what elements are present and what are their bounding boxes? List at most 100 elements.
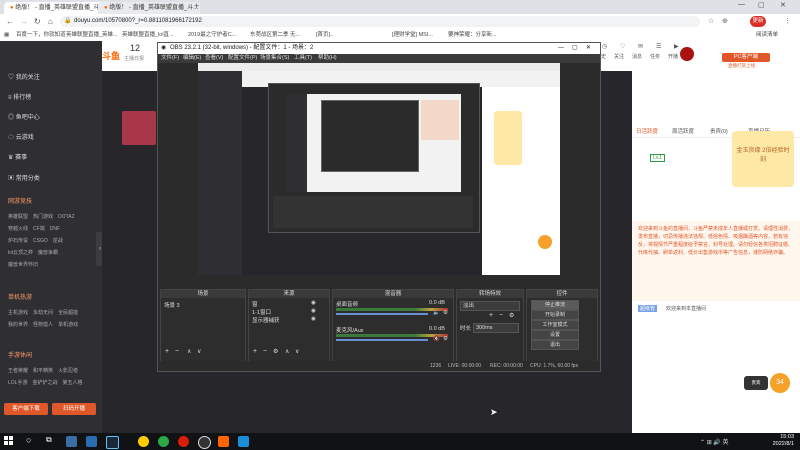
menu-edit[interactable]: 编辑(E) [183,54,201,63]
nav-task[interactable]: 任务 [650,53,660,60]
category-link[interactable]: 魔兽争霸 [38,250,58,256]
category-link[interactable]: 永劫无间 [33,310,53,316]
bookmark-item[interactable]: [首页].. [316,31,333,40]
chrome-icon[interactable] [138,436,149,447]
apps-icon[interactable]: ▦ [4,31,9,40]
reading-list[interactable]: 阅读清单 [756,31,778,40]
update-button[interactable]: 更新 [750,16,766,27]
gear-icon[interactable]: ⚙ [443,310,448,316]
sidebar-item-follow[interactable]: ♡ 我的关注 [8,73,40,83]
category-link[interactable]: 热门游戏 [33,214,53,220]
minimize-button[interactable]: — [738,1,745,8]
windows-start-icon[interactable] [4,436,14,446]
sidebar-item-yuba[interactable]: ◎ 鱼吧中心 [8,113,40,123]
extensions-icon[interactable]: ⊕ [722,17,728,25]
settings-button[interactable]: 设置 [531,330,579,340]
browser-tab[interactable]: ● 绝版！ - 直播_英雄联盟直播_斗... [98,2,200,14]
taskbar-clock[interactable]: 15:03 2022/8/1 [773,434,794,448]
category-link[interactable]: 金铲铲之战 [32,380,57,386]
menu-tools[interactable]: 工具(T) [294,54,312,63]
streamer-thumbnail[interactable] [122,111,156,145]
start-recording-button[interactable]: 开始录制 [531,310,579,320]
bookmark-item[interactable]: 2019最之守护者C... [188,31,236,40]
obs-preview[interactable] [198,63,560,275]
nav-follow[interactable]: 关注 [614,53,624,60]
obs-minimize-button[interactable]: — [558,43,564,54]
mute-icon[interactable]: 🔇 [433,336,440,342]
category-link[interactable]: 英雄联盟 [8,214,28,220]
scan-stream-button[interactable]: 扫码开播 [52,403,96,415]
home-icon[interactable]: ⌂ [48,17,53,26]
client-download-button[interactable]: 客户端下载 [4,403,48,415]
source-down-icon[interactable]: ∨ [295,348,299,355]
menu-icon[interactable]: ⋮ [784,17,791,25]
gear-icon[interactable]: ⚙ [443,336,448,342]
bookmark-item[interactable]: 东莞战区第二季 无... [250,31,300,40]
close-button[interactable]: ✕ [780,1,786,9]
maximize-button[interactable]: ▢ [758,1,765,9]
tab-vip[interactable]: 贵宾(0) [710,127,728,135]
category-link[interactable]: 魔兽世界怀旧 [8,262,38,268]
level-circle[interactable]: 34 [770,373,790,393]
category-link[interactable]: 我的世界 [8,322,28,328]
eye-icon[interactable]: ◉ [311,316,316,322]
bookmark-item[interactable]: 英雄联盟直播_lol直... [122,31,174,40]
browser-tab[interactable]: ● 绝版！ - 直播_英雄联盟直播_斗... [4,2,106,14]
scene-add-icon[interactable]: + [165,348,169,355]
menu-view[interactable]: 查看(V) [205,54,223,63]
bookmark-item[interactable]: 要神荣耀：分享新... [448,31,497,40]
broadcast-icon[interactable]: ▶ [674,43,679,50]
category-link[interactable]: 火影忍者 [58,368,78,374]
bookmark-item[interactable]: 英雄联盟直播_英雄... [66,31,118,40]
category-link[interactable]: 穿越火线 [8,226,28,232]
category-link[interactable]: 王者荣耀 [8,368,28,374]
source-item[interactable]: 窗 [252,300,258,308]
transition-settings-icon[interactable]: ⚙ [509,312,514,319]
history-icon[interactable]: ◷ [602,43,607,50]
scene-remove-icon[interactable]: − [175,348,179,355]
steam-icon[interactable] [106,436,119,449]
duration-spinner[interactable]: 300ms [473,323,519,333]
scene-item[interactable]: 场景 3 [164,301,180,309]
transition-add-icon[interactable]: + [489,312,493,319]
speaker-icon[interactable]: 🔈 [433,310,440,316]
exit-button[interactable]: 退出 [531,340,579,350]
message-icon[interactable]: ✉ [638,43,643,50]
green-app-icon[interactable] [158,436,169,447]
reload-icon[interactable]: ↻ [34,17,41,26]
volume-slider[interactable] [336,313,428,315]
file-explorer-icon[interactable] [66,436,77,447]
tray-icons[interactable]: ⌃ ⊞ 🔊 英 [700,437,729,446]
scene-up-icon[interactable]: ∧ [187,348,191,355]
source-settings-icon[interactable]: ⚙ [273,348,278,355]
douyu-icon[interactable] [218,436,229,447]
category-link[interactable]: 全民超能 [58,310,78,316]
pc-client-button[interactable]: PC客户端 [722,53,770,62]
eye-icon[interactable]: ◉ [311,308,316,314]
category-link[interactable]: DNF [50,226,60,232]
source-item[interactable]: 1-1窗口 [252,308,271,316]
sidebar-item-rank[interactable]: ≡ 排行榜 [8,93,31,103]
bookmark-item[interactable]: 百度一下，你就知道 [16,31,66,40]
task-icon[interactable]: ☰ [656,43,661,50]
category-link[interactable]: lol云顶之弈 [8,250,33,256]
stop-streaming-button[interactable]: 停止推流 [531,300,579,310]
source-up-icon[interactable]: ∧ [285,348,289,355]
eye-icon[interactable]: ◉ [311,300,316,306]
category-link[interactable]: 主机游戏 [8,310,28,316]
nav-message[interactable]: 消息 [632,53,642,60]
tab-daily[interactable]: 日活跃度 [636,127,658,135]
menu-file[interactable]: 文件(F) [161,54,179,63]
category-link[interactable]: 和平精英 [33,368,53,374]
scene-down-icon[interactable]: ∨ [197,348,201,355]
avatar[interactable] [680,47,694,61]
category-link[interactable]: 第五人格 [63,380,83,386]
category-link[interactable]: CSGO [33,238,48,244]
menu-help[interactable]: 帮助(H) [318,54,337,63]
blue-app-icon[interactable] [238,436,249,447]
volume-slider[interactable] [336,339,428,341]
category-link[interactable]: CF端 [33,226,45,232]
edge-icon[interactable] [86,436,97,447]
source-item[interactable]: 显示器捕获 [252,316,280,324]
forward-icon[interactable]: → [20,17,28,26]
